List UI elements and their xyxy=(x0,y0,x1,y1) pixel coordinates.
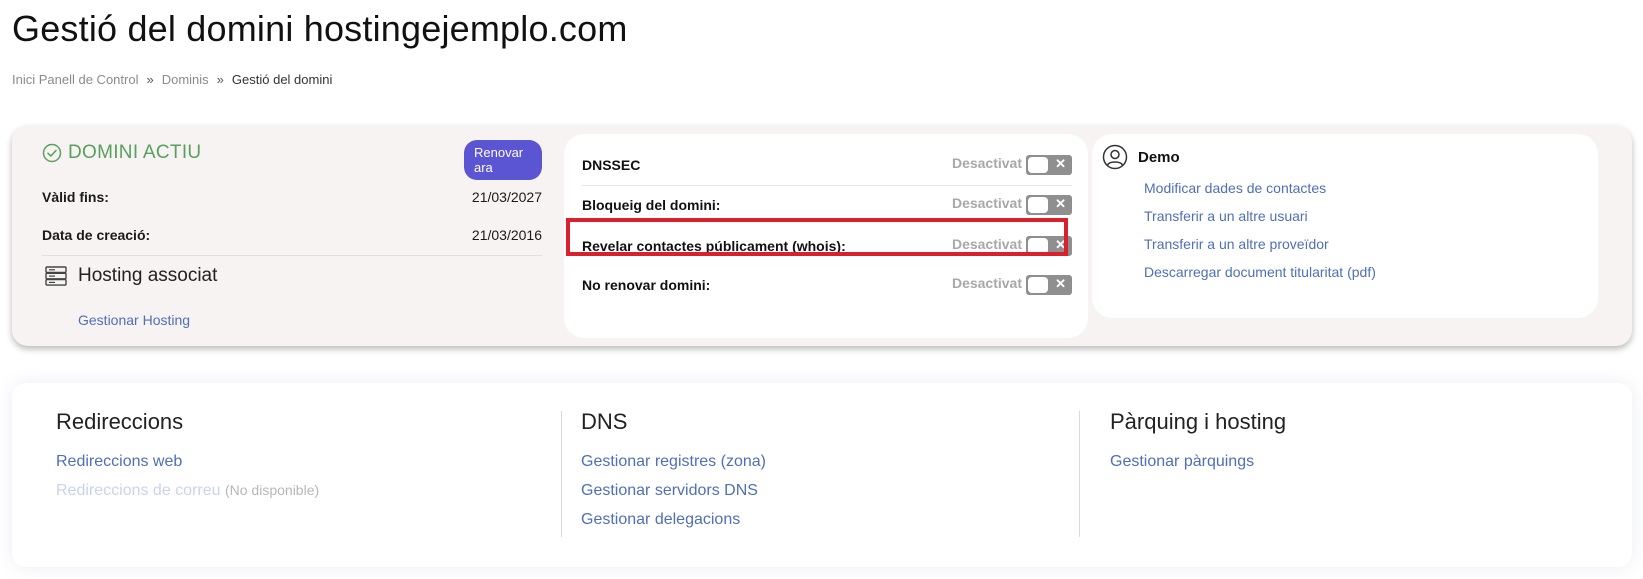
creation-date-value: 21/03/2016 xyxy=(471,227,542,243)
redirects-title: Redireccions xyxy=(56,409,184,434)
setting-row-whois-public: Revelar contactes públicament (whois): D… xyxy=(582,225,1072,265)
setting-row-domain-lock: Bloqueig del domini: Desactivat ✕ xyxy=(582,184,1072,224)
mail-redirects-item: Redireccions de correu (No disponible) xyxy=(56,476,319,505)
close-icon: ✕ xyxy=(1055,196,1066,211)
close-icon: ✕ xyxy=(1055,237,1066,252)
manage-hosting-link[interactable]: Gestionar Hosting xyxy=(78,312,190,328)
domain-summary-card: DOMINI ACTIU Renovar ara Vàlid fins: 21/… xyxy=(12,126,1632,346)
services-card: Redireccions Redireccions web Redireccio… xyxy=(12,383,1632,567)
breadcrumb-domains-link[interactable]: Dominis xyxy=(162,72,209,87)
divider xyxy=(1079,411,1080,537)
transfer-provider-link[interactable]: Transferir a un altre proveïdor xyxy=(1144,236,1329,252)
domain-status-label: DOMINI ACTIU xyxy=(68,142,202,163)
no-renew-toggle[interactable]: ✕ xyxy=(1026,275,1072,295)
breadcrumb-separator: » xyxy=(146,72,154,87)
divider xyxy=(42,255,542,256)
setting-state: Desactivat xyxy=(951,236,1022,252)
dnssec-toggle[interactable]: ✕ xyxy=(1026,155,1072,175)
dns-title: DNS xyxy=(581,409,628,434)
toggle-knob xyxy=(1028,277,1048,293)
breadcrumb-separator: » xyxy=(216,72,224,87)
domain-settings-panel: DNSSEC Desactivat ✕ Bloqueig del domini:… xyxy=(564,134,1088,338)
domain-status-column: DOMINI ACTIU Renovar ara Vàlid fins: 21/… xyxy=(42,140,542,330)
transfer-user-link[interactable]: Transferir a un altre usuari xyxy=(1144,208,1308,224)
setting-row-dnssec: DNSSEC Desactivat ✕ xyxy=(582,144,1072,184)
domain-status-header: DOMINI ACTIU xyxy=(42,142,201,164)
toggle-knob xyxy=(1028,238,1048,254)
close-icon: ✕ xyxy=(1055,156,1066,171)
setting-row-no-renew: No renovar domini: Desactivat ✕ xyxy=(582,264,1072,304)
setting-label: No renovar domini: xyxy=(582,277,711,293)
redirects-section: Redireccions Redireccions web Redireccio… xyxy=(56,409,319,505)
breadcrumb-home-link[interactable]: Inici Panell de Control xyxy=(12,72,138,87)
divider xyxy=(561,411,562,537)
valid-until-value: 21/03/2027 xyxy=(471,189,542,205)
close-icon: ✕ xyxy=(1055,276,1066,291)
parking-section: Pàrquing i hosting Gestionar pàrquings xyxy=(1110,409,1286,476)
unavailable-note: (No disponible) xyxy=(224,482,320,498)
contact-panel: Demo Modificar dades de contactes Transf… xyxy=(1092,134,1598,318)
creation-date-label: Data de creació: xyxy=(42,227,151,243)
contact-name: Demo xyxy=(1138,148,1180,166)
setting-state: Desactivat xyxy=(951,155,1022,171)
contact-header: Demo xyxy=(1102,144,1180,170)
user-circle-icon xyxy=(1102,144,1128,170)
server-icon xyxy=(45,266,67,286)
dns-section: DNS Gestionar registres (zona) Gestionar… xyxy=(581,409,766,534)
setting-state: Desactivat xyxy=(951,195,1022,211)
manage-zone-records-link[interactable]: Gestionar registres (zona) xyxy=(581,447,766,476)
mail-redirects-label: Redireccions de correu xyxy=(56,482,221,499)
manage-parking-link[interactable]: Gestionar pàrquings xyxy=(1110,447,1286,476)
check-circle-icon xyxy=(42,143,62,163)
breadcrumb: Inici Panell de Control » Dominis » Gestió d… xyxy=(12,72,332,87)
toggle-knob xyxy=(1028,157,1048,173)
modify-contacts-link[interactable]: Modificar dades de contactes xyxy=(1144,180,1326,196)
setting-state: Desactivat xyxy=(951,275,1022,291)
setting-label: Revelar contactes públicament (whois): xyxy=(582,238,846,254)
page-title: Gestió del domini hostingejemplo.com xyxy=(12,8,628,49)
download-ownership-pdf-link[interactable]: Descarregar document titularitat (pdf) xyxy=(1144,264,1376,280)
renew-button[interactable]: Renovar ara xyxy=(464,140,542,180)
domain-lock-toggle[interactable]: ✕ xyxy=(1026,195,1072,215)
web-redirects-link[interactable]: Redireccions web xyxy=(56,447,319,476)
valid-until-label: Vàlid fins: xyxy=(42,189,109,205)
setting-label: DNSSEC xyxy=(582,157,641,173)
toggle-knob xyxy=(1028,197,1048,213)
hosting-header: Hosting associat xyxy=(44,264,217,288)
breadcrumb-current: Gestió del domini xyxy=(231,72,333,87)
hosting-title: Hosting associat xyxy=(78,265,218,286)
manage-dns-servers-link[interactable]: Gestionar servidors DNS xyxy=(581,476,766,505)
whois-public-toggle[interactable]: ✕ xyxy=(1026,236,1072,256)
setting-label: Bloqueig del domini: xyxy=(582,197,721,213)
parking-title: Pàrquing i hosting xyxy=(1110,409,1287,434)
manage-delegations-link[interactable]: Gestionar delegacions xyxy=(581,505,766,534)
